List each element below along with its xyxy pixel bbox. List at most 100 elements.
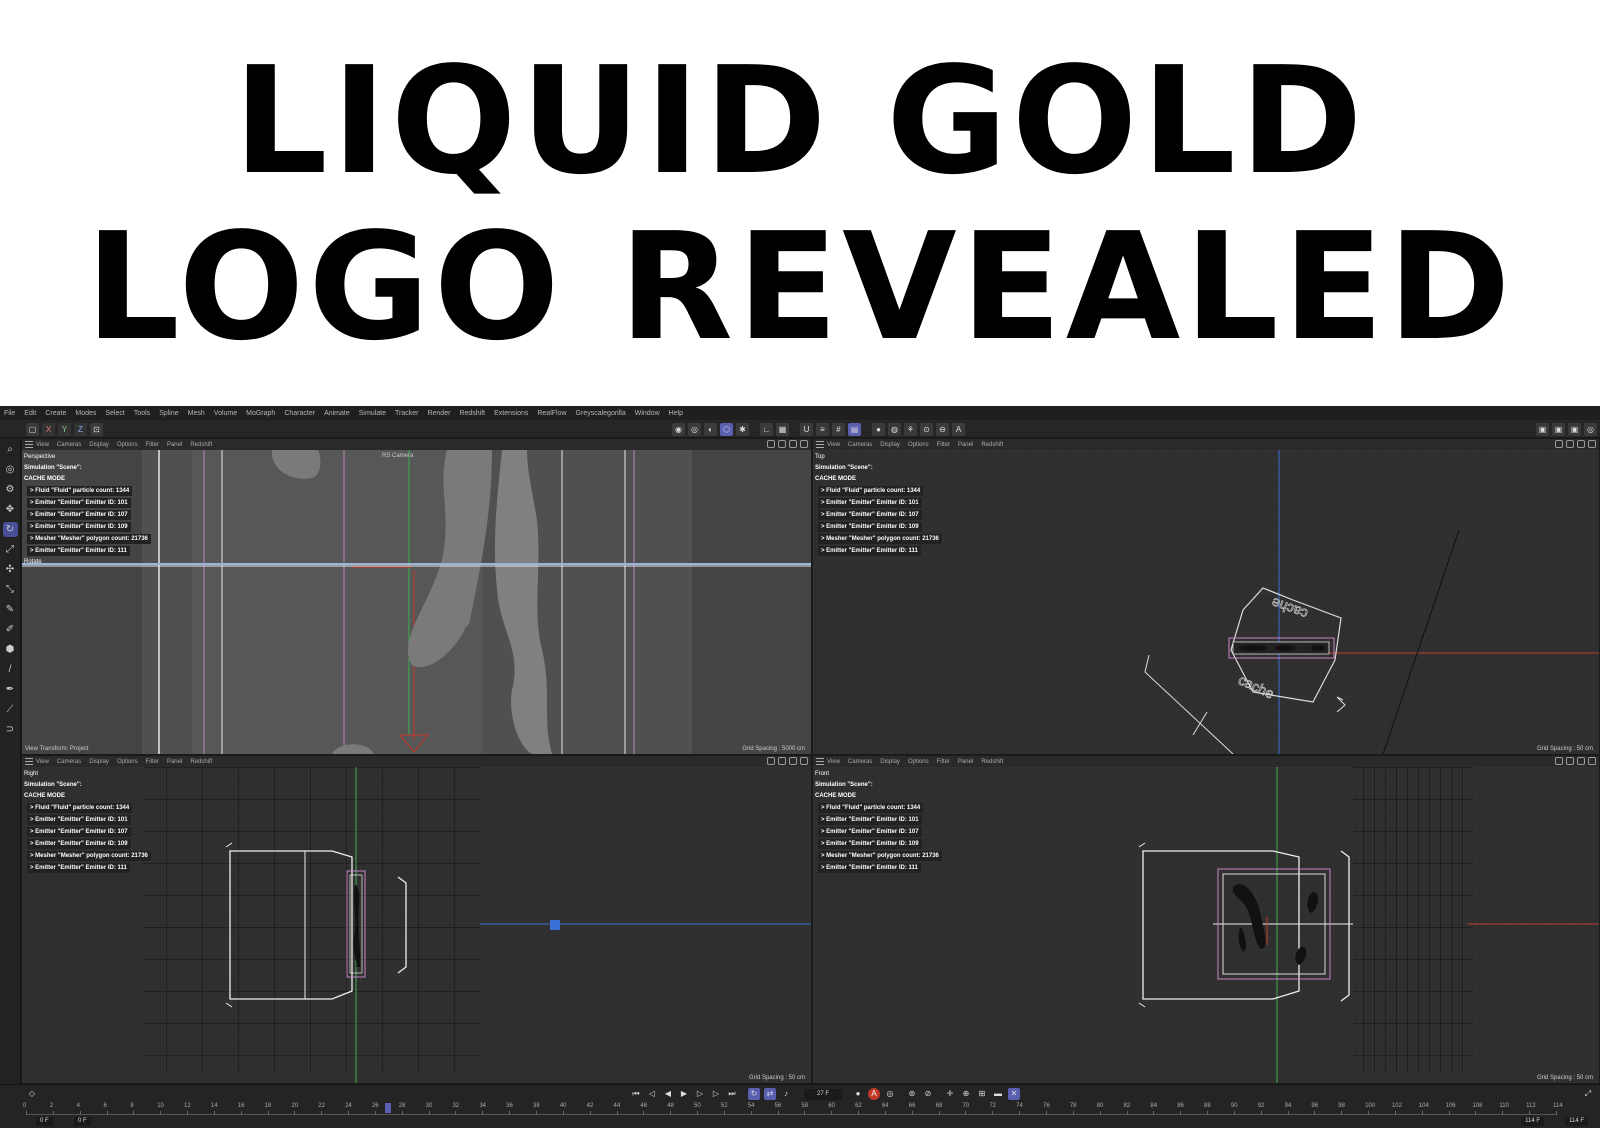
top-viewport[interactable]: View Cameras Display Options Filter Pane…	[812, 438, 1600, 755]
coordinate-system-icon[interactable]: ⊡	[90, 422, 103, 436]
menu-item[interactable]: Animate	[324, 410, 350, 417]
menu-item[interactable]: Spline	[159, 410, 178, 417]
texture-mode-icon[interactable]: ◐	[704, 422, 717, 436]
menu-item[interactable]: Create	[45, 410, 66, 417]
menu-item[interactable]: File	[4, 410, 15, 417]
vp-menu-filter[interactable]: Filter	[146, 759, 159, 765]
undo-icon[interactable]: ▢	[26, 422, 39, 436]
vp-menu-options[interactable]: Options	[908, 759, 929, 765]
rs-camera-label[interactable]: RS Camera	[382, 453, 413, 459]
vp-menu-options[interactable]: Options	[117, 442, 138, 448]
redshift-icon[interactable]: ◎	[1584, 422, 1597, 436]
axis-y-toggle[interactable]: Y	[58, 422, 71, 436]
menu-item[interactable]: RealFlow	[537, 410, 566, 417]
axis-x-toggle[interactable]: X	[42, 422, 55, 436]
scale-settings-icon[interactable]: ⚙	[3, 482, 18, 497]
paint-brush-icon[interactable]: ✐	[3, 622, 18, 637]
menu-item[interactable]: Mesh	[188, 410, 205, 417]
vp-maximize-icon[interactable]	[800, 440, 808, 448]
grid-snap-icon[interactable]: #	[832, 422, 845, 436]
vp-move-icon[interactable]	[1555, 440, 1563, 448]
transform-icon[interactable]: ✣	[3, 562, 18, 577]
vp-menu-panel[interactable]: Panel	[958, 759, 973, 765]
object-mode-icon[interactable]: ◎	[688, 422, 701, 436]
front-viewport[interactable]: View Cameras Display Options Filter Pane…	[812, 755, 1600, 1084]
vp-menu-filter[interactable]: Filter	[937, 442, 950, 448]
vp-zoom-icon[interactable]	[1566, 757, 1574, 765]
menu-item[interactable]: Extensions	[494, 410, 528, 417]
move-icon[interactable]: ✥	[3, 502, 18, 517]
vp-rotate-icon[interactable]	[789, 757, 797, 765]
hamburger-icon[interactable]	[25, 441, 33, 448]
vp-menu-panel[interactable]: Panel	[958, 442, 973, 448]
vp-menu-view[interactable]: View	[36, 442, 49, 448]
vp-menu-display[interactable]: Display	[89, 442, 109, 448]
vp-menu-view[interactable]: View	[36, 759, 49, 765]
magnet-icon[interactable]: ⊃	[3, 722, 18, 737]
render-viewport-icon[interactable]: ▣	[1536, 422, 1549, 436]
keyframe-selection-icon[interactable]: ◎	[884, 1088, 896, 1100]
hamburger-icon[interactable]	[816, 441, 824, 448]
autokey-icon[interactable]: A	[868, 1088, 880, 1100]
axis-z-toggle[interactable]: Z	[74, 422, 87, 436]
render-settings-icon[interactable]: ▣	[1568, 422, 1581, 436]
menu-item[interactable]: MoGraph	[246, 410, 275, 417]
menu-item[interactable]: Window	[635, 410, 660, 417]
playback-mode-icon[interactable]: ⇄	[764, 1088, 776, 1100]
menu-item[interactable]: Redshift	[459, 410, 485, 417]
vp-menu-options[interactable]: Options	[117, 759, 138, 765]
goto-start-icon[interactable]: ⏮	[630, 1088, 642, 1100]
current-frame-field[interactable]: 27 F	[804, 1088, 842, 1100]
axis-tool-icon[interactable]: ∟	[760, 422, 773, 436]
play-icon[interactable]: ▶	[678, 1088, 690, 1100]
key-param-icon[interactable]: ⊕	[960, 1088, 972, 1100]
menu-item[interactable]: Render	[427, 410, 450, 417]
perspective-viewport[interactable]: View Cameras Display Options Filter Pane…	[21, 438, 812, 755]
goto-end-icon[interactable]: ⏭	[726, 1088, 738, 1100]
vp-maximize-icon[interactable]	[1588, 440, 1596, 448]
material-icon[interactable]: ⬢	[3, 642, 18, 657]
brush-icon[interactable]: /	[3, 662, 18, 677]
prev-key-icon[interactable]: ◁	[646, 1088, 658, 1100]
model-mode-icon[interactable]: ◉	[672, 422, 685, 436]
menu-item[interactable]: Help	[669, 410, 683, 417]
search-icon[interactable]: ⌕	[3, 442, 18, 457]
preview-start-field[interactable]: 0 F	[74, 1117, 91, 1126]
record-icon[interactable]: ●	[852, 1088, 864, 1100]
vp-move-icon[interactable]	[1555, 757, 1563, 765]
key-pla-icon[interactable]: ⊞	[976, 1088, 988, 1100]
end-frame-field[interactable]: 114 F	[1565, 1117, 1588, 1126]
quantize-icon[interactable]: ▤	[848, 422, 861, 436]
vp-menu-display[interactable]: Display	[89, 759, 109, 765]
vp-move-icon[interactable]	[767, 440, 775, 448]
vp-menu-panel[interactable]: Panel	[167, 759, 182, 765]
vp-menu-view[interactable]: View	[827, 442, 840, 448]
points-mode-icon[interactable]: ✱	[736, 422, 749, 436]
menu-item[interactable]: Edit	[24, 410, 36, 417]
lock-icon[interactable]: ⊙	[920, 422, 933, 436]
vp-menu-redshift[interactable]: Redshift	[190, 442, 212, 448]
rotate-icon[interactable]: ↻	[2, 522, 18, 537]
menu-item[interactable]: Simulate	[359, 410, 386, 417]
timeline-playhead[interactable]	[385, 1103, 392, 1113]
menu-item[interactable]: Character	[284, 410, 315, 417]
start-frame-field[interactable]: 0 F	[36, 1117, 53, 1126]
menu-item[interactable]: Volume	[214, 410, 237, 417]
timeline-settings-icon[interactable]: ✕	[1008, 1088, 1020, 1100]
vp-menu-redshift[interactable]: Redshift	[981, 759, 1003, 765]
menu-item[interactable]: Tools	[134, 410, 150, 417]
preview-end-field[interactable]: 114 F	[1521, 1117, 1544, 1126]
vp-zoom-icon[interactable]	[778, 440, 786, 448]
vp-rotate-icon[interactable]	[1577, 440, 1585, 448]
workplane-icon[interactable]: ▦	[776, 422, 789, 436]
vp-rotate-icon[interactable]	[789, 440, 797, 448]
hamburger-icon[interactable]	[816, 758, 824, 765]
timeline-ruler[interactable]: 0 2 4 6 8 10 12 14 16 18 20 22 24 26 28 30 32 34 36 38 40 42 4…	[23, 1103, 1563, 1115]
keyframe-icon[interactable]: ◇	[26, 1088, 38, 1100]
key-position-icon[interactable]: ⊛	[906, 1088, 918, 1100]
vp-zoom-icon[interactable]	[778, 757, 786, 765]
key-rotation-icon[interactable]: ⊘	[922, 1088, 934, 1100]
menu-item[interactable]: Tracker	[395, 410, 418, 417]
vp-zoom-icon[interactable]	[1566, 440, 1574, 448]
loop-icon[interactable]: ↻	[748, 1088, 760, 1100]
